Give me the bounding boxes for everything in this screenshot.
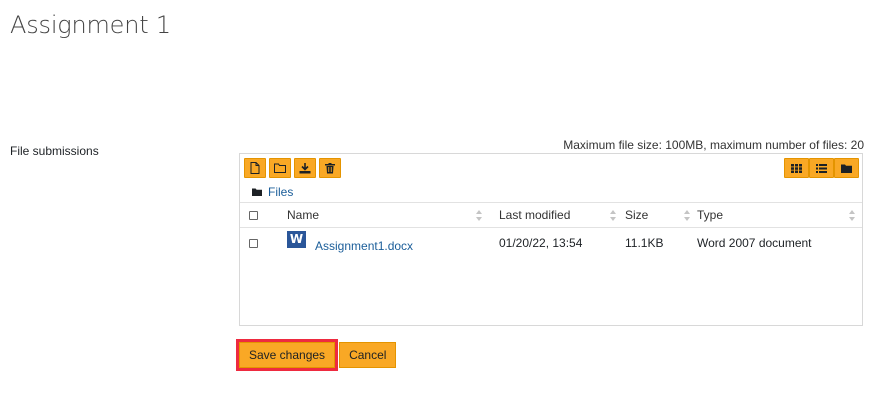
save-changes-button[interactable]: Save changes — [239, 342, 336, 368]
sort-icon — [610, 210, 616, 221]
file-modified: 01/20/22, 13:54 — [499, 236, 583, 250]
download-button[interactable] — [294, 158, 316, 178]
file-table: Name Last modified Size Type W Assignmen… — [240, 202, 862, 258]
file-modified-cell: 01/20/22, 13:54 — [489, 228, 623, 259]
row-select-cell — [240, 228, 278, 259]
create-folder-button[interactable] — [269, 158, 291, 178]
file-manager: Files Name Last modified Size Type W Ass… — [239, 153, 863, 326]
file-type: Word 2007 document — [697, 236, 812, 250]
cancel-button[interactable]: Cancel — [339, 342, 397, 368]
column-size[interactable]: Size — [623, 202, 697, 228]
file-manager-toolbar-left — [244, 158, 341, 178]
word-document-icon: W — [287, 230, 306, 248]
file-type-cell: Word 2007 document — [697, 228, 862, 259]
folder-icon — [252, 188, 262, 196]
breadcrumb-files-link[interactable]: Files — [268, 185, 293, 199]
page-title: Assignment 1 — [10, 11, 171, 39]
column-modified[interactable]: Last modified — [489, 202, 623, 228]
form-buttons: Save changes Cancel — [236, 339, 397, 371]
tree-view-button[interactable] — [834, 158, 859, 178]
grid-view-button[interactable] — [784, 158, 809, 178]
sort-icon — [476, 210, 482, 221]
file-name: W Assignment1.docx — [287, 230, 489, 253]
grid-view-icon — [791, 163, 802, 173]
list-view-button[interactable] — [809, 158, 834, 178]
sort-icon — [849, 210, 855, 221]
list-view-icon — [816, 163, 827, 173]
file-limits-text: Maximum file size: 100MB, maximum number… — [563, 138, 864, 152]
column-size-label: Size — [625, 208, 649, 222]
breadcrumb: Files — [252, 185, 293, 199]
column-type-label: Type — [697, 208, 724, 222]
column-modified-label: Last modified — [499, 208, 571, 222]
file-size-cell: 11.1KB — [623, 228, 697, 259]
select-all-checkbox[interactable] — [249, 210, 258, 220]
row-checkbox[interactable] — [249, 238, 258, 248]
sort-icon — [684, 210, 690, 221]
select-all-cell — [240, 202, 278, 228]
column-type[interactable]: Type — [697, 202, 862, 228]
add-file-icon — [250, 162, 260, 174]
add-file-button[interactable] — [244, 158, 266, 178]
download-icon — [299, 162, 311, 173]
file-table-header: Name Last modified Size Type — [240, 202, 862, 228]
save-highlight: Save changes — [236, 339, 339, 371]
create-folder-icon — [274, 163, 286, 173]
column-name[interactable]: Name — [278, 202, 489, 228]
file-submissions-label: File submissions — [10, 144, 99, 158]
delete-icon — [325, 162, 335, 173]
tree-view-icon — [841, 164, 852, 173]
file-size: 11.1KB — [625, 236, 664, 250]
delete-button[interactable] — [319, 158, 341, 178]
file-link[interactable]: Assignment1.docx — [315, 239, 413, 253]
file-manager-toolbar-right — [784, 158, 859, 178]
file-name-cell: W Assignment1.docx — [278, 228, 489, 259]
column-name-label: Name — [287, 208, 320, 222]
table-row: W Assignment1.docx 01/20/22, 13:54 11.1K… — [240, 228, 862, 259]
